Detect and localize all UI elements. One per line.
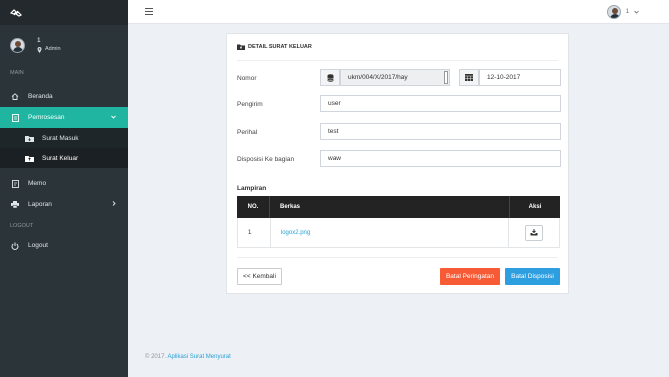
column-header: Berkas [270,196,510,218]
card-title: DETAIL SURAT KELUAR [237,44,312,50]
perihal-field[interactable]: test [320,123,561,140]
sidebar-item-label: Pemrosesan [28,114,65,121]
submenu: Surat Masuk Surat Keluar [0,128,128,168]
disposisi-label: Disposisi Ke bagian [237,156,295,163]
table-row: 1 logox2.png [237,218,560,248]
download-icon [530,229,538,236]
sidebar-item-pemrosesan[interactable]: Pemrosesan [0,107,128,128]
menu-toggle-icon[interactable] [145,8,153,17]
disposisi-field[interactable]: waw [320,150,561,167]
attachment-table: NO. Berkas Aksi 1 logox2.png [237,196,560,248]
sidebar-item-label: Surat Masuk [42,134,79,142]
row-number: 1 [238,218,271,247]
lampiran-heading: Lampiran [237,185,267,192]
power-icon [10,242,20,250]
user-role-label: Admin [45,46,61,52]
logo-icon [10,8,22,17]
back-button[interactable]: << Kembali [237,268,282,285]
sidebar-item-memo[interactable]: Memo [0,173,128,194]
chevron-down-icon [111,114,116,121]
sidebar-item-label: Beranda [28,93,53,100]
user-name: 1 [37,37,41,44]
detail-card: DETAIL SURAT KELUAR Nomor ukm/004/X/2017… [226,33,569,294]
section-logout: LOGOUT [10,223,34,229]
sidebar-item-surat-masuk[interactable]: Surat Masuk [0,128,128,148]
sidebar-item-logout[interactable]: Logout [0,235,128,256]
top-bar: 1 [128,0,669,24]
memo-icon [10,179,20,188]
section-main: MAIN [10,70,24,76]
nomor-label: Nomor [237,75,257,82]
sidebar: 1 Admin MAIN Beranda Pemrosesan Surat Ma… [0,0,128,377]
user-role: Admin [37,45,61,54]
pengirim-label: Pengirim [237,101,263,108]
avatar [606,5,621,19]
column-header: Aksi [528,204,542,210]
copyright-prefix: © 2017. [145,354,167,360]
brand-logo[interactable] [0,0,128,25]
cancel-reminder-button[interactable]: Batal Peringatan [440,268,500,285]
chevron-right-icon [112,201,116,208]
column-header: NO. [237,196,270,218]
avatar [10,37,25,53]
sidebar-item-label: Laporan [28,201,52,208]
perihal-label: Perihal [237,129,258,136]
database-icon [320,69,340,86]
sidebar-item-beranda[interactable]: Beranda [0,86,128,107]
sidebar-item-surat-keluar[interactable]: Surat Keluar [0,148,128,168]
app-link[interactable]: Aplikasi Surat Menyurat [167,354,230,360]
pengirim-field[interactable]: user [320,95,561,112]
printer-icon [10,201,20,208]
nomor-select[interactable]: ukm/004/X/2017/hay [340,69,450,86]
tanggal-field[interactable]: 12-10-2017 [479,69,561,86]
user-menu[interactable]: 1 [606,5,639,19]
sidebar-item-label: Logout [28,242,48,249]
divider [237,60,558,61]
card-title-text: DETAIL SURAT KELUAR [248,44,312,50]
select-scrollbar[interactable] [444,71,448,84]
file-cell: logox2.png [271,218,510,247]
download-button[interactable] [525,224,544,241]
folder-download-icon [24,135,34,142]
sidebar-item-label: Surat Keluar [42,154,79,162]
home-icon [10,93,20,100]
sidebar-item-laporan[interactable]: Laporan [0,194,128,215]
sidebar-item-label: Memo [28,180,47,187]
map-pin-icon [37,46,42,53]
cancel-disposition-button[interactable]: Batal Disposisi [505,268,560,285]
document-icon [10,113,20,122]
user-menu-label: 1 [625,9,629,15]
table-header: NO. Berkas Aksi [237,196,560,218]
folder-upload-icon [24,155,34,162]
user-panel: 1 Admin [0,25,128,65]
divider [237,257,558,258]
folder-upload-icon [237,44,245,50]
calendar-icon [459,69,479,86]
file-link[interactable]: logox2.png [281,230,310,236]
copyright: © 2017. Aplikasi Surat Menyurat [145,354,231,360]
chevron-down-icon [634,10,639,14]
nomor-value: ukm/004/X/2017/hay [348,74,408,81]
action-cell [509,218,559,247]
